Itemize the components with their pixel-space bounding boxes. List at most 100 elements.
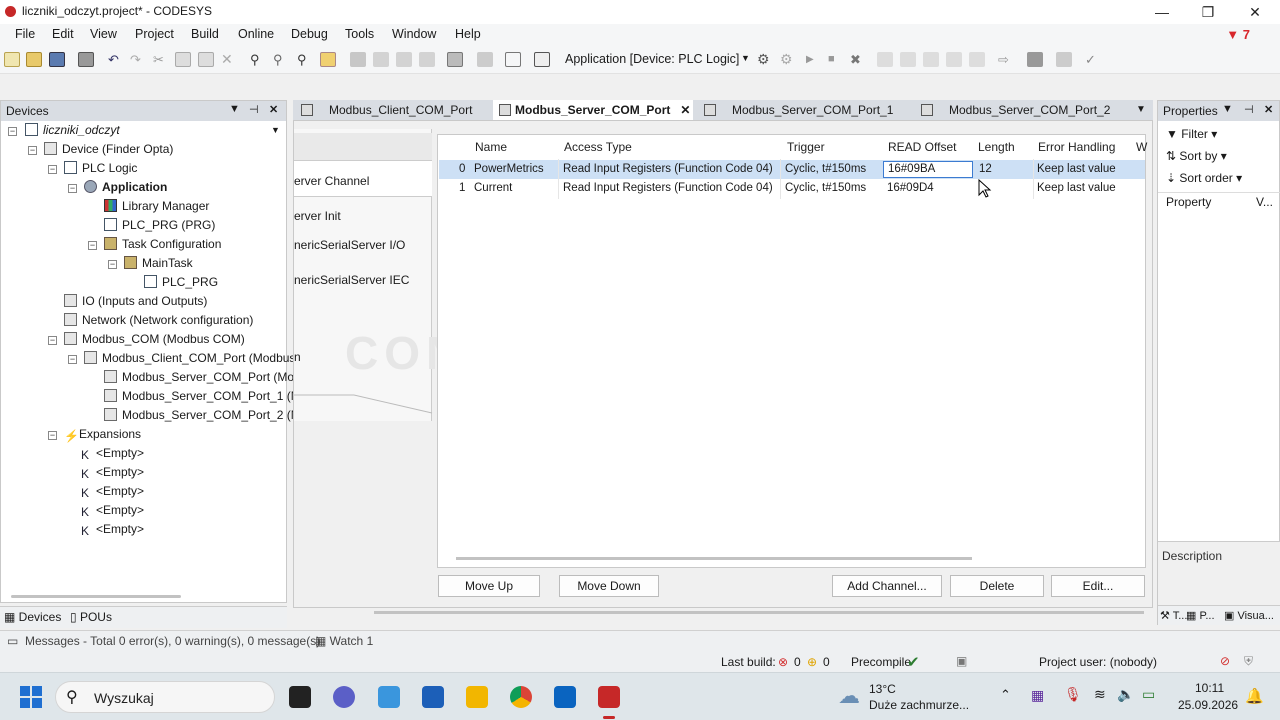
tree-item-modbus-client[interactable]: Modbus_Client_COM_Port (Modbus Cl bbox=[84, 351, 310, 370]
battery-icon[interactable]: ▭ bbox=[1142, 686, 1155, 703]
export-icon[interactable] bbox=[505, 52, 521, 67]
cell-access-type[interactable]: Read Input Registers (Function Code 04) bbox=[563, 182, 773, 194]
cell-error-handling[interactable]: Keep last value bbox=[1037, 163, 1116, 175]
sort-order-button[interactable]: ⇣ Sort order ▾ bbox=[1166, 171, 1242, 185]
outlook-icon[interactable] bbox=[554, 686, 576, 708]
tray-chevron-up-icon[interactable]: ⌃ bbox=[1000, 687, 1011, 703]
tab-modbus-client[interactable]: Modbus_Client_COM_Port bbox=[295, 100, 485, 120]
menu-tools[interactable]: Tools bbox=[345, 27, 374, 41]
step-over-icon[interactable] bbox=[900, 52, 916, 67]
build-grid-icon[interactable] bbox=[477, 52, 493, 67]
calculator-icon[interactable] bbox=[534, 52, 550, 67]
cell-length[interactable]: 12 bbox=[979, 163, 992, 175]
grid-horizontal-scrollbar[interactable] bbox=[456, 557, 972, 560]
tree-item-empty[interactable]: K <Empty> bbox=[81, 446, 144, 465]
collapse-icon[interactable]: − bbox=[88, 241, 97, 250]
taskbar-search[interactable]: ⚲ Wyszukaj bbox=[55, 681, 275, 713]
edit-button[interactable]: Edit... bbox=[1051, 575, 1145, 597]
side-tab-iec-objects[interactable]: nericSerialServer IEC bbox=[294, 273, 409, 287]
tab-watch-1[interactable]: ▦ Watch 1 bbox=[315, 634, 373, 648]
column-header-w[interactable]: W bbox=[1136, 140, 1147, 154]
tab-messages[interactable]: ▭ Messages - Total 0 error(s), 0 warning… bbox=[7, 634, 320, 648]
chrome-icon[interactable] bbox=[510, 686, 532, 708]
tree-item-maintask[interactable]: MainTask bbox=[124, 256, 193, 275]
editor-horizontal-scrollbar[interactable] bbox=[374, 611, 1144, 614]
cell-name[interactable]: PowerMetrics bbox=[474, 163, 544, 175]
undo-icon[interactable]: ↶ bbox=[108, 52, 124, 67]
panel-menu-icon[interactable]: ▼ bbox=[229, 103, 240, 115]
tree-dropdown-icon[interactable]: ▼ bbox=[271, 125, 280, 135]
close-tab-icon[interactable]: ✕ bbox=[680, 103, 690, 117]
bookmark-prev-icon[interactable] bbox=[373, 52, 389, 67]
no-connection-icon[interactable]: ⊘ bbox=[1220, 654, 1230, 668]
column-header-trigger[interactable]: Trigger bbox=[787, 140, 825, 154]
column-header-length[interactable]: Length bbox=[978, 140, 1015, 154]
horizontal-scrollbar[interactable] bbox=[11, 595, 181, 598]
store-icon[interactable] bbox=[422, 686, 444, 708]
cell-trigger[interactable]: Cyclic, t#150ms bbox=[785, 182, 866, 194]
move-down-button[interactable]: Move Down bbox=[559, 575, 659, 597]
copy-icon[interactable] bbox=[175, 52, 191, 67]
side-tab-information[interactable]: n bbox=[294, 350, 301, 364]
tab-toolbox[interactable]: ⚒ T... bbox=[1160, 609, 1187, 622]
breakpoint-icon[interactable] bbox=[877, 52, 893, 67]
close-panel-icon[interactable]: ✕ bbox=[269, 103, 278, 116]
tree-item-modbus-server-2[interactable]: Modbus_Server_COM_Port_2 (Mo bbox=[104, 408, 307, 427]
tab-modbus-server-1[interactable]: Modbus_Server_COM_Port_1 bbox=[698, 100, 908, 120]
find-all-icon[interactable]: ⚲ bbox=[297, 52, 313, 67]
codesys-notification-badge[interactable]: ▼ 7 bbox=[1226, 27, 1250, 42]
cell-read-offset[interactable]: 16#09D4 bbox=[887, 182, 934, 194]
add-channel-button[interactable]: Add Channel... bbox=[832, 575, 942, 597]
print-icon[interactable] bbox=[78, 52, 94, 67]
menu-help[interactable]: Help bbox=[455, 27, 481, 41]
step-out-icon[interactable] bbox=[946, 52, 962, 67]
step-into-icon[interactable] bbox=[923, 52, 939, 67]
chevron-down-icon[interactable]: ▼ bbox=[741, 53, 750, 63]
bookmark-next-icon[interactable] bbox=[396, 52, 412, 67]
menu-view[interactable]: View bbox=[90, 27, 117, 41]
tree-item-modbus-com[interactable]: Modbus_COM (Modbus COM) bbox=[64, 332, 245, 351]
bookmark-clear-icon[interactable] bbox=[419, 52, 435, 67]
tree-item-plc-logic[interactable]: PLC Logic bbox=[64, 161, 137, 180]
collapse-icon[interactable]: − bbox=[68, 184, 77, 193]
tab-pous[interactable]: ▯ POUs bbox=[70, 610, 112, 624]
tab-devices[interactable]: ▦ Devices bbox=[4, 610, 61, 624]
arrow-right-icon[interactable]: ⇨ bbox=[998, 52, 1014, 67]
move-up-button[interactable]: Move Up bbox=[438, 575, 540, 597]
teams-icon[interactable] bbox=[333, 686, 355, 708]
codesys-taskbar-icon[interactable] bbox=[598, 686, 620, 708]
tree-item-io[interactable]: IO (Inputs and Outputs) bbox=[64, 294, 207, 313]
column-header-access-type[interactable]: Access Type bbox=[564, 140, 632, 154]
side-tab-io-mapping[interactable]: nericSerialServer I/O bbox=[294, 238, 405, 252]
tree-item-empty[interactable]: K <Empty> bbox=[81, 484, 144, 503]
column-header-property[interactable]: Property bbox=[1166, 195, 1211, 209]
wifi-icon[interactable]: ≋ bbox=[1094, 686, 1106, 703]
close-panel-icon[interactable]: ✕ bbox=[1264, 103, 1273, 116]
pin-icon[interactable]: ⊣ bbox=[249, 103, 259, 116]
cell-read-offset-edit[interactable]: 16#09BA bbox=[883, 161, 973, 178]
tree-item-library-manager[interactable]: Library Manager bbox=[104, 199, 209, 218]
menu-file[interactable]: File bbox=[15, 27, 35, 41]
write-values-icon[interactable] bbox=[1056, 52, 1072, 67]
tree-item-network[interactable]: Network (Network configuration) bbox=[64, 313, 253, 332]
menu-build[interactable]: Build bbox=[191, 27, 219, 41]
redo-icon[interactable]: ↷ bbox=[130, 52, 146, 67]
clock-date[interactable]: 25.09.2026 bbox=[1178, 698, 1238, 712]
menu-edit[interactable]: Edit bbox=[52, 27, 74, 41]
menu-online[interactable]: Online bbox=[238, 27, 274, 41]
tree-item-expansions[interactable]: ⚡Expansions bbox=[64, 427, 141, 446]
window-icon[interactable] bbox=[447, 52, 463, 67]
table-row[interactable]: 1 Current Read Input Registers (Function… bbox=[439, 179, 1145, 198]
collapse-icon[interactable]: − bbox=[108, 260, 117, 269]
tab-properties[interactable]: ▦ P... bbox=[1186, 609, 1215, 622]
collapse-icon[interactable]: − bbox=[48, 165, 57, 174]
tree-item-project[interactable]: liczniki_odczyt bbox=[25, 123, 120, 142]
tab-modbus-server-2[interactable]: Modbus_Server_COM_Port_2 bbox=[915, 100, 1125, 120]
tree-item-task-configuration[interactable]: Task Configuration bbox=[104, 237, 221, 256]
column-header-read-offset[interactable]: READ Offset bbox=[888, 140, 956, 154]
cut-icon[interactable]: ✂ bbox=[153, 52, 169, 67]
cell-access-type[interactable]: Read Input Registers (Function Code 04) bbox=[563, 163, 773, 175]
tab-modbus-server[interactable]: Modbus_Server_COM_Port ✕ bbox=[493, 100, 693, 120]
find-icon[interactable]: ⚲ bbox=[250, 52, 266, 67]
cell-trigger[interactable]: Cyclic, t#150ms bbox=[785, 163, 866, 175]
